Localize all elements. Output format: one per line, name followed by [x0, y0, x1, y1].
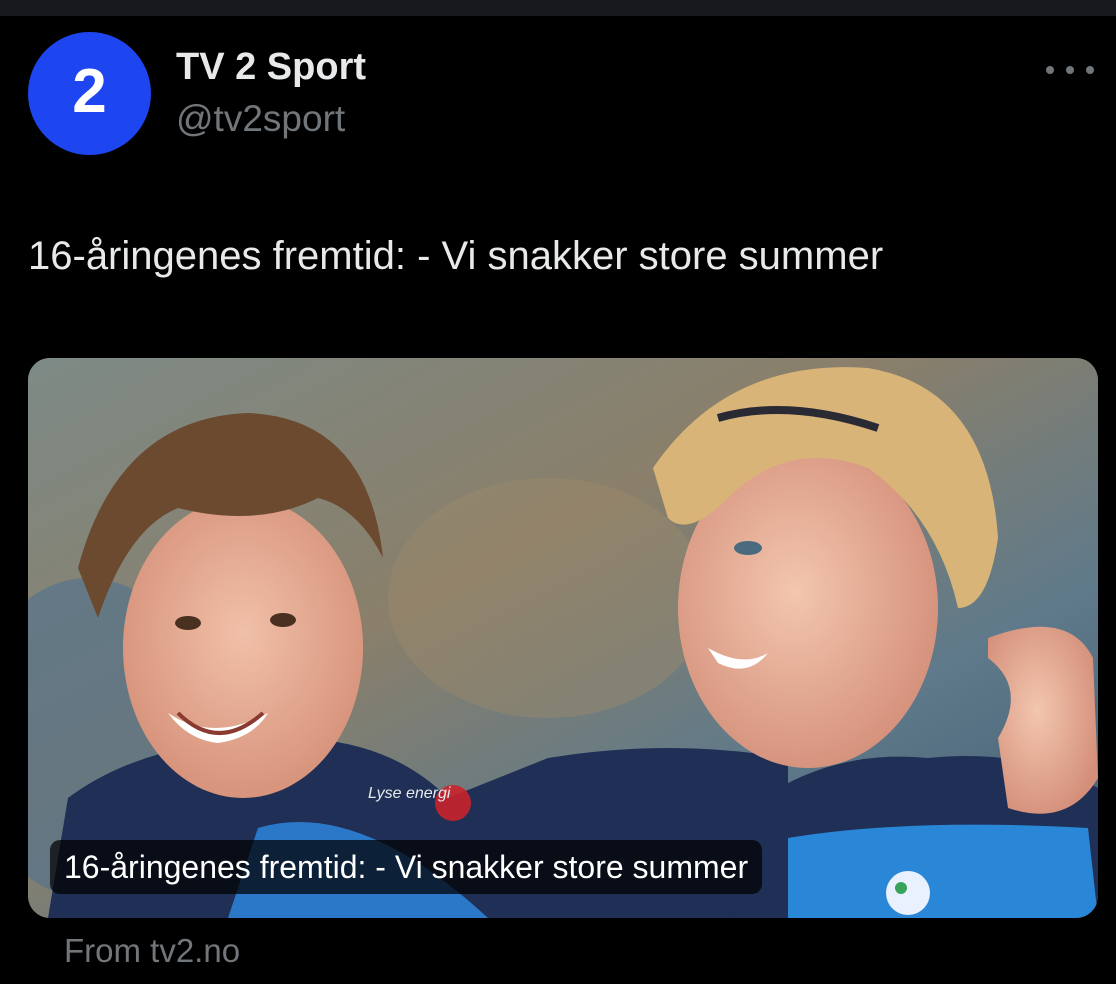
card-caption: 16-åringenes fremtid: - Vi snakker store…: [50, 840, 763, 894]
card-source[interactable]: From tv2.no: [64, 932, 240, 970]
more-dot: [1046, 66, 1054, 74]
account-avatar[interactable]: 2: [28, 32, 151, 155]
account-display-name[interactable]: TV 2 Sport: [176, 46, 366, 89]
more-dot: [1066, 66, 1074, 74]
shirt-sponsor-text: Lyse energi: [368, 785, 451, 802]
account-handle[interactable]: @tv2sport: [176, 98, 345, 140]
link-card[interactable]: Lyse energi 16-åringenes fremtid: - Vi s…: [28, 358, 1098, 918]
top-status-strip: [0, 0, 1116, 16]
more-options-icon[interactable]: [1046, 52, 1094, 88]
card-photo: Lyse energi: [28, 358, 1098, 918]
avatar-logo-text: 2: [72, 56, 107, 126]
tweet-text: 16-åringenes fremtid: - Vi snakker store…: [28, 234, 884, 278]
more-dot: [1086, 66, 1094, 74]
